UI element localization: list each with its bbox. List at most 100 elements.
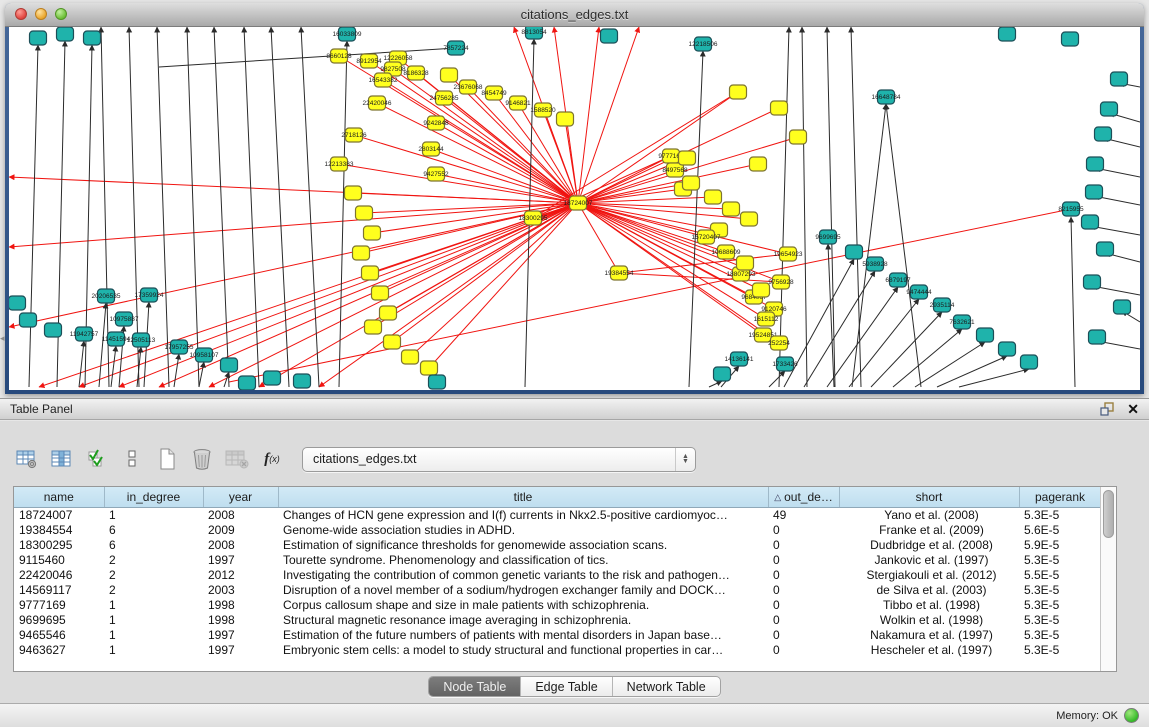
network-node[interactable] [714,367,731,381]
cell-out_degree[interactable]: 0 [768,642,839,657]
network-edge[interactable] [29,45,38,387]
cell-year[interactable]: 2003 [203,582,278,597]
network-edge[interactable] [157,27,169,387]
cell-name[interactable]: 9465546 [14,627,104,642]
network-node[interactable] [1089,330,1106,344]
network-node[interactable] [421,361,438,375]
cell-in_degree[interactable]: 1 [104,627,203,642]
network-node[interactable] [771,101,788,115]
network-node[interactable] [679,151,696,165]
cell-in_degree[interactable]: 1 [104,507,203,522]
cell-pagerank[interactable]: 5.6E-5 [1019,522,1100,537]
network-node[interactable] [372,286,389,300]
cell-year[interactable]: 1997 [203,627,278,642]
network-node[interactable] [705,190,722,204]
network-node[interactable] [20,313,37,327]
cell-pagerank[interactable]: 5.3E-5 [1019,552,1100,567]
network-node[interactable]: 12218506 [689,37,718,51]
network-node[interactable] [1087,157,1104,171]
network-node[interactable] [1097,242,1114,256]
select-all-columns-button[interactable] [84,446,110,472]
network-node[interactable] [84,31,101,45]
network-node[interactable]: 19654923 [774,247,803,261]
cell-out_degree[interactable]: 0 [768,612,839,627]
cell-out_degree[interactable]: 0 [768,567,839,582]
network-canvas[interactable]: 1872400786601288912954122260589827508165… [9,27,1140,390]
tab-network-table[interactable]: Network Table [613,677,720,696]
network-node[interactable]: 16648784 [872,90,901,104]
network-edge[interactable] [79,341,84,387]
network-node[interactable]: 5938928 [862,257,888,271]
network-node[interactable]: 14136141 [725,352,754,366]
cell-in_degree[interactable]: 1 [104,597,203,612]
network-node[interactable] [741,212,758,226]
cell-out_degree[interactable]: 0 [768,597,839,612]
cell-in_degree[interactable]: 2 [104,582,203,597]
network-node[interactable]: 12505113 [127,333,156,347]
network-node[interactable]: 8454749 [481,86,507,100]
network-node[interactable]: 2935114 [930,298,955,312]
table-row[interactable]: 1938455462009Genome-wide association stu… [14,522,1100,537]
cell-year[interactable]: 1998 [203,612,278,627]
network-node[interactable] [737,256,754,270]
cell-year[interactable]: 1998 [203,597,278,612]
network-node[interactable]: 2718126 [341,128,367,142]
table-row[interactable]: 1830029562008Estimation of significance … [14,537,1100,552]
cell-pagerank[interactable]: 5.9E-5 [1019,537,1100,552]
network-edge[interactable] [174,354,179,387]
cell-pagerank[interactable]: 5.3E-5 [1019,627,1100,642]
cell-out_degree[interactable]: 0 [768,627,839,642]
network-node[interactable] [977,328,994,342]
cell-year[interactable]: 1997 [203,642,278,657]
cell-pagerank[interactable]: 5.3E-5 [1019,582,1100,597]
column-header-in_degree[interactable]: in_degree [104,487,203,507]
cell-in_degree[interactable]: 6 [104,522,203,537]
cell-year[interactable]: 2008 [203,507,278,522]
collapse-panel-arrow-icon[interactable]: ◂ [0,331,8,345]
network-node[interactable] [364,226,381,240]
network-node[interactable] [723,202,740,216]
column-header-out_degree[interactable]: △out_de… [768,487,839,507]
float-panel-icon[interactable] [1100,402,1115,416]
cell-out_degree[interactable]: 49 [768,507,839,522]
cell-short[interactable]: de Silva et al. (2003) [839,582,1019,597]
network-node[interactable] [1021,355,1038,369]
network-edge[interactable] [578,92,738,203]
network-edge[interactable] [214,27,229,387]
network-node[interactable]: 9699695 [815,230,841,244]
network-node[interactable]: 9427552 [423,167,449,181]
cell-name[interactable]: 9777169 [14,597,104,612]
cell-out_degree[interactable]: 0 [768,522,839,537]
network-node[interactable] [30,31,47,45]
memory-status-indicator[interactable] [1124,708,1139,723]
network-node[interactable] [1101,102,1118,116]
network-node[interactable]: 19384554 [605,266,634,280]
cell-year[interactable]: 2012 [203,567,278,582]
cell-title[interactable]: Estimation of significance thresholds fo… [278,537,768,552]
network-edge[interactable] [827,27,835,387]
cell-in_degree[interactable]: 1 [104,642,203,657]
network-edge[interactable] [802,27,807,387]
network-node[interactable]: 1588520 [530,103,556,117]
cell-name[interactable]: 19384554 [14,522,104,537]
minimize-window-button[interactable] [35,8,47,20]
cell-year[interactable]: 2009 [203,522,278,537]
cell-out_degree[interactable]: 0 [768,537,839,552]
network-node[interactable] [750,157,767,171]
delete-columns-button[interactable] [189,446,215,472]
cell-title[interactable]: Corpus callosum shape and size in male p… [278,597,768,612]
cell-in_degree[interactable]: 2 [104,567,203,582]
network-edge[interactable] [689,51,703,387]
network-edge[interactable] [779,27,789,387]
cell-pagerank[interactable]: 5.3E-5 [1019,642,1100,657]
cell-title[interactable]: Tourette syndrome. Phenomenology and cla… [278,552,768,567]
cell-out_degree[interactable]: 0 [768,552,839,567]
cell-year[interactable]: 2008 [203,537,278,552]
network-edge[interactable] [937,356,1007,387]
network-node[interactable] [1111,72,1128,86]
table-row[interactable]: 946554611997Estimation of the future num… [14,627,1100,642]
network-edge[interactable] [959,369,1029,387]
network-node[interactable]: 11942757 [70,327,99,341]
network-edge[interactable] [244,27,259,387]
network-edge[interactable] [199,362,204,387]
